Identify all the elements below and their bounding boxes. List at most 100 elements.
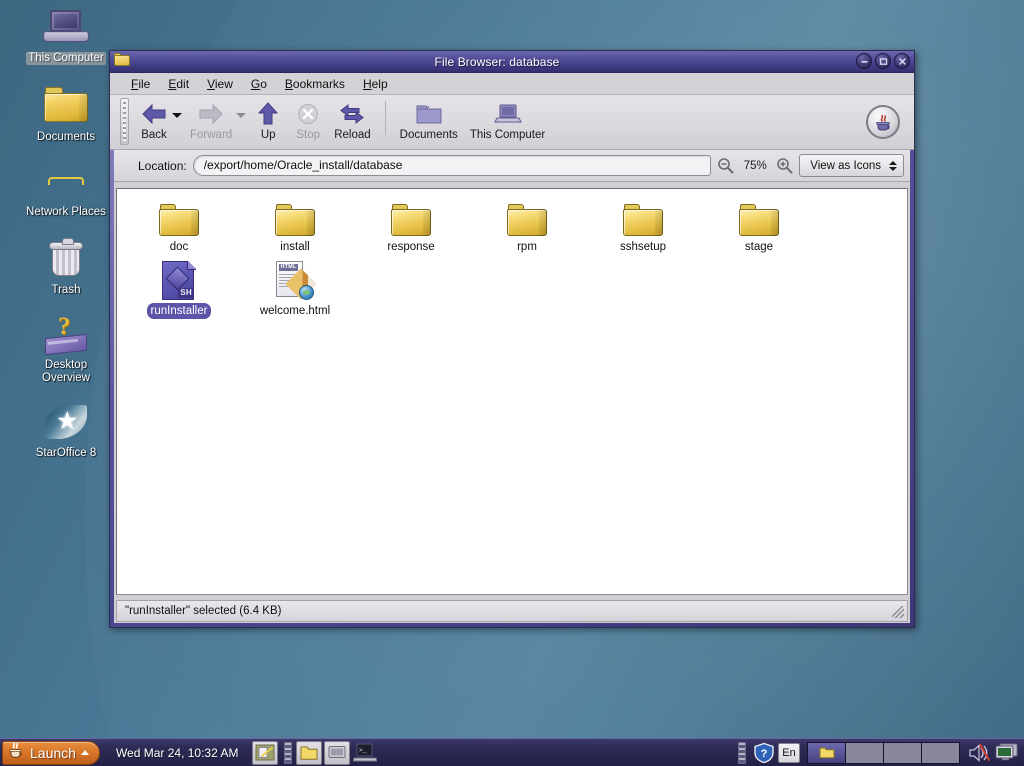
up-button[interactable]: Up [248,95,288,141]
file-browser-window[interactable]: File Browser: database FFileile Edit Vie… [109,50,915,628]
reload-button[interactable]: Reload [328,95,376,141]
folder-icon [819,747,834,759]
desktop-icon-label: Network Places [26,206,106,218]
arrow-up-icon [257,100,279,128]
folder-icon [701,195,817,237]
system-tray: ? En [734,741,1024,764]
java-duke-icon [7,740,25,765]
minimize-icon[interactable] [856,53,872,69]
file-label: sshsetup [619,241,667,253]
svg-text:?: ? [761,748,768,760]
desktop-icon-label: StarOffice 8 [35,447,97,459]
status-bar: "runInstaller" selected (6.4 KB) [116,600,908,622]
script-sh-icon: SH [121,259,237,301]
menu-item-bookmarks[interactable]: Bookmarks [276,75,354,93]
maximize-icon[interactable] [875,53,891,69]
launcher-text-editor[interactable] [252,740,279,765]
arrow-left-icon [141,100,167,128]
location-input[interactable]: /export/home/Oracle_install/database [192,155,712,176]
taskbar: Launch Wed Mar 24, 10:32 AM >_ ? En [0,738,1024,766]
chevron-updown-icon [889,160,897,171]
back-label: Back [141,129,167,141]
stop-label: Stop [296,129,321,141]
file-item-install[interactable]: install [237,195,353,255]
file-item-stage[interactable]: stage [701,195,817,255]
location-bar: Location: /export/home/Oracle_install/da… [110,150,914,182]
launcher-file-browser[interactable] [296,740,323,765]
file-label: rpm [517,241,537,253]
up-label: Up [260,129,276,141]
taskbar-grip[interactable] [284,741,293,764]
zoom-level: 75% [743,159,767,172]
launch-button[interactable]: Launch [2,740,100,765]
file-label: install [280,241,310,253]
back-button[interactable]: Back [134,95,174,141]
file-label: welcome.html [259,305,331,317]
zoom-out-icon[interactable] [717,157,734,174]
forward-label: Forward [190,129,233,141]
documents-button[interactable]: Documents [394,95,464,141]
launch-label: Launch [30,744,76,761]
resize-grip[interactable] [892,606,904,618]
clock[interactable]: Wed Mar 24, 10:32 AM [116,746,239,760]
speaker-muted-icon[interactable] [967,742,991,764]
desktop-icon-label: Trash [51,284,81,296]
forward-dropdown-icon[interactable] [236,113,247,118]
stop-button[interactable]: Stop [288,95,328,141]
menubar: FFileile Edit View Go Bookmarks Help [110,73,914,95]
file-label: response [387,241,435,253]
file-item-response[interactable]: response [353,195,469,255]
desktop-icon-label: Desktop Overview [42,359,90,384]
file-label: stage [744,241,774,253]
svg-text:>_: >_ [359,747,367,754]
window-titlebar[interactable]: File Browser: database [110,51,914,73]
close-icon[interactable] [894,53,910,69]
chevron-up-icon [80,750,89,755]
forward-button[interactable]: Forward [184,95,238,141]
menu-item-help[interactable]: Help [354,75,397,93]
tray-grip[interactable] [738,741,746,764]
workspace-4[interactable] [922,742,959,763]
this-computer-label: This Computer [469,129,546,141]
launcher-terminal[interactable]: >_ [352,741,378,765]
help-shield-icon[interactable]: ? [753,742,775,764]
workspace-3[interactable] [884,742,921,763]
back-dropdown-icon[interactable] [172,113,182,118]
folder-icon [237,195,353,237]
workspace-2[interactable] [846,742,883,763]
file-item-doc[interactable]: doc [121,195,237,255]
html-file-icon: HTML [237,259,353,301]
file-item-rpm[interactable]: rpm [469,195,585,255]
file-item-sshsetup[interactable]: sshsetup [585,195,701,255]
arrow-right-icon [198,100,224,128]
workspace-switcher [807,741,960,764]
desktop-icon-label: This Computer [26,52,106,65]
toolbar-drag-handle[interactable] [120,98,129,145]
menu-item-go[interactable]: Go [242,75,276,93]
monitor-icon[interactable] [994,742,1020,764]
keyboard-layout-indicator[interactable]: En [778,742,800,763]
file-item-welcome-html[interactable]: HTML welcome.html [237,259,353,319]
menu-item-edit[interactable]: Edit [159,75,198,93]
file-label: runInstaller [146,303,212,319]
icon-grid: doc install response rpm sshsetup stage … [117,189,907,319]
file-item-runinstaller[interactable]: SH runInstaller [121,259,237,319]
window-controls [856,53,910,69]
file-list-view[interactable]: doc install response rpm sshsetup stage … [116,188,908,595]
file-label: doc [169,241,189,253]
menu-item-file[interactable]: FFileile [122,75,159,93]
launcher-display-settings[interactable] [324,740,351,765]
java-coffee-cup-icon[interactable] [866,105,900,139]
laptop-icon [493,100,522,128]
zoom-in-icon[interactable] [776,157,793,174]
workspace-1[interactable] [808,742,845,763]
status-text: "runInstaller" selected (6.4 KB) [125,605,282,617]
folder-icon [585,195,701,237]
toolbar: Back Forward Up Stop Reload Documents Th… [110,95,914,150]
documents-label: Documents [399,129,458,141]
this-computer-button[interactable]: This Computer [464,95,551,141]
menu-item-view[interactable]: View [198,75,242,93]
folder-icon [114,53,130,67]
view-mode-dropdown[interactable]: View as Icons [799,154,904,177]
stop-icon [297,100,319,128]
